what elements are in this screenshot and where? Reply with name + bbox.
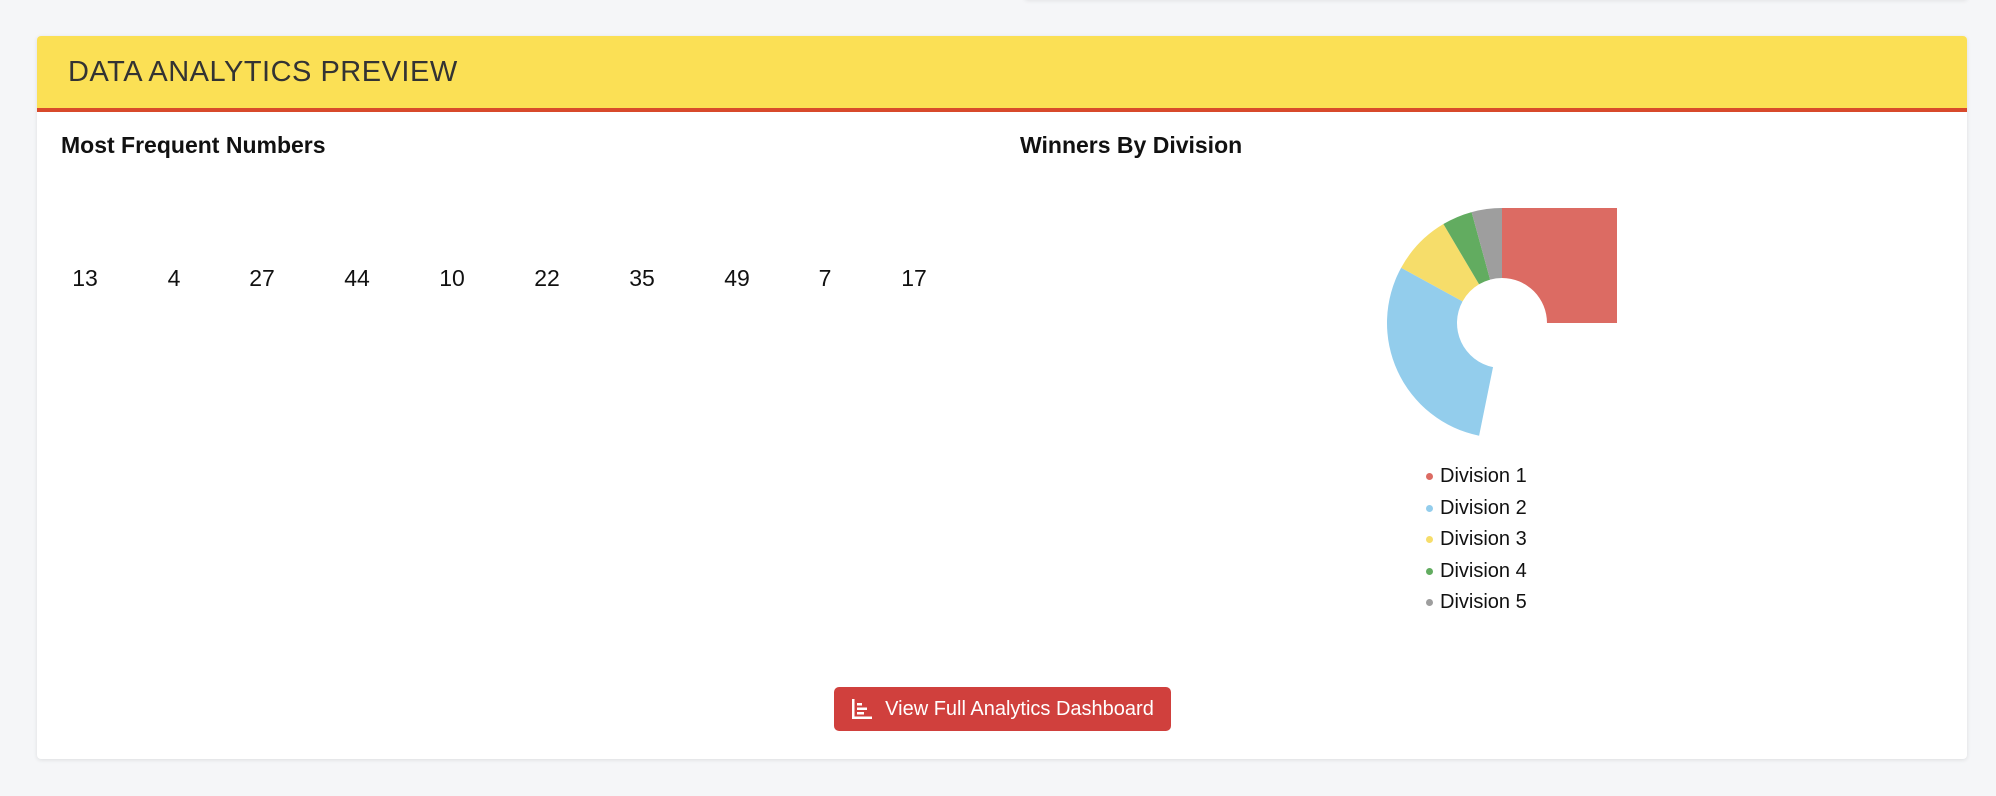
- division-legend: Division 1 Division 2 Division 3 Divisio…: [1426, 461, 1527, 619]
- frequent-number: 13: [72, 265, 98, 291]
- legend-dot-icon: [1426, 504, 1433, 512]
- legend-item-division-4: Division 4: [1426, 556, 1527, 588]
- pie-slice-division-1: [1502, 208, 1617, 323]
- legend-item-division-5: Division 5: [1426, 587, 1527, 619]
- bar-chart-icon: [851, 698, 873, 720]
- legend-item-division-3: Division 3: [1426, 524, 1527, 556]
- frequent-number: 4: [167, 265, 181, 291]
- frequent-number: 7: [818, 265, 832, 291]
- legend-label: Division 1: [1440, 465, 1527, 488]
- frequent-number: 17: [901, 265, 927, 291]
- legend-label: Division 3: [1440, 528, 1527, 551]
- legend-label: Division 4: [1440, 559, 1527, 582]
- pie-slice-division-2: [1387, 267, 1494, 436]
- view-analytics-dashboard-button[interactable]: View Full Analytics Dashboard: [834, 687, 1171, 731]
- card-title: DATA ANALYTICS PREVIEW: [68, 55, 458, 88]
- card-body: Most Frequent Numbers 13 4 27 44 10 22 3…: [37, 112, 1967, 759]
- winners-division-chart: [1382, 192, 1622, 442]
- division-pie-svg: [1387, 208, 1617, 436]
- frequent-number: 27: [249, 265, 275, 291]
- winners-by-division-title: Winners By Division: [1020, 132, 1243, 158]
- frequent-numbers-row: 13 4 27 44 10 22 35 49 7 17: [72, 265, 1005, 295]
- legend-item-division-1: Division 1: [1426, 461, 1527, 493]
- frequent-numbers-title: Most Frequent Numbers: [61, 132, 326, 158]
- legend-dot-icon: [1426, 473, 1433, 481]
- frequent-number: 10: [439, 265, 465, 291]
- legend-label: Division 2: [1440, 496, 1527, 519]
- legend-label: Division 5: [1440, 591, 1527, 614]
- legend-item-division-2: Division 2: [1426, 493, 1527, 525]
- frequent-number: 49: [724, 265, 750, 291]
- card-header: DATA ANALYTICS PREVIEW: [37, 36, 1967, 112]
- frequent-number: 22: [534, 265, 560, 291]
- legend-dot-icon: [1426, 599, 1433, 607]
- frequent-number: 44: [344, 265, 370, 291]
- view-analytics-dashboard-label: View Full Analytics Dashboard: [885, 697, 1154, 720]
- analytics-preview-card: DATA ANALYTICS PREVIEW Most Frequent Num…: [37, 36, 1967, 759]
- legend-dot-icon: [1426, 567, 1433, 575]
- frequent-number: 35: [629, 265, 655, 291]
- legend-dot-icon: [1426, 536, 1433, 544]
